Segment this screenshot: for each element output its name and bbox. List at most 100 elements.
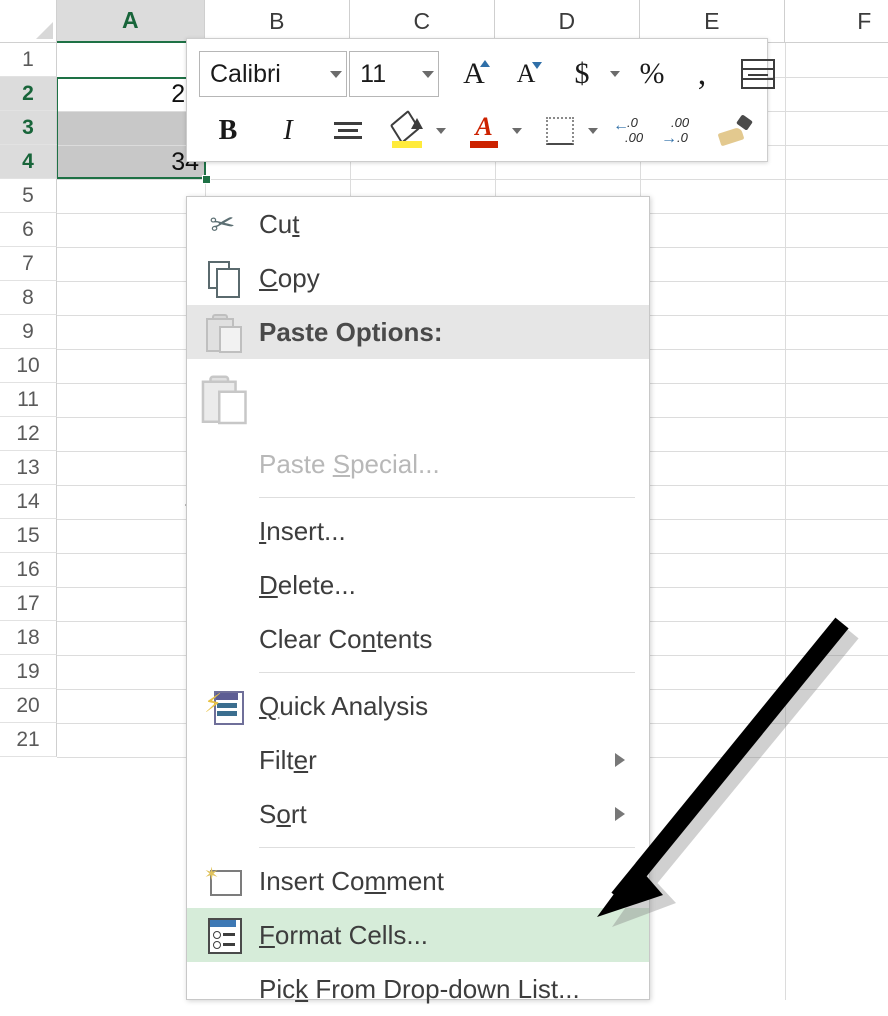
font-color-dropdown[interactable] [507,108,525,154]
column-header-f[interactable]: F [785,0,888,43]
column-header-label: C [413,7,431,34]
row-header-label: 3 [22,115,34,139]
chevron-down-icon [609,71,620,77]
menu-item-delete[interactable]: Delete... [187,558,649,612]
increase-decimal-button[interactable]: .00 → .0 [661,108,705,154]
row-header-label: 18 [16,625,40,649]
column-header-label: B [269,7,285,34]
cell-A11[interactable]: 3 [57,383,205,417]
merge-cells-icon [741,59,775,89]
fill-color-dropdown[interactable] [431,108,449,154]
percent-icon: % [639,57,665,90]
row-header-label: 15 [16,523,40,547]
row-header-label: 9 [22,319,34,343]
row-header-18[interactable]: 18 [0,621,57,655]
menu-item-label: Format Cells... [259,919,429,950]
context-menu[interactable]: ✂ Cut Copy Paste Options: Paste Special... In… [186,196,650,1004]
row-header-6[interactable]: 6 [0,213,57,247]
column-header-d[interactable]: D [495,0,640,43]
row-header-label: 21 [16,727,40,751]
column-header-a[interactable]: A [57,0,205,43]
menu-item-copy[interactable]: Copy [187,251,649,305]
bold-button[interactable]: B [207,108,249,154]
row-header-20[interactable]: 20 [0,689,57,723]
row-header-15[interactable]: 15 [0,519,57,553]
menu-item-pick-list[interactable]: Pick From Drop-down List... [187,962,649,1016]
align-center-icon [334,120,362,142]
grow-font-button[interactable]: A [453,51,495,97]
row-header-label: 14 [16,489,40,513]
column-header-b[interactable]: B [205,0,350,43]
menu-item-clear-contents[interactable]: Clear Contents [187,612,649,666]
font-name-value: Calibri [210,59,281,88]
row-header-2[interactable]: 2 [0,77,57,111]
menu-item-insert[interactable]: Insert... [187,504,649,558]
borders-button[interactable] [539,108,581,154]
cell-A9[interactable]: 3 [57,315,205,349]
merge-and-center-button[interactable] [737,51,779,97]
chevron-down-icon[interactable] [422,70,434,78]
row-header-11[interactable]: 11 [0,383,57,417]
accounting-format-dropdown[interactable] [605,51,623,97]
row-header-14[interactable]: 14 [0,485,57,519]
submenu-arrow-icon[interactable] [615,753,625,767]
row-header-7[interactable]: 7 [0,247,57,281]
select-all-corner[interactable] [0,0,57,43]
menu-item-format-cells[interactable]: Format Cells... [187,908,649,962]
menu-item-icon-slot [187,504,259,558]
submenu-arrow-icon[interactable] [615,807,625,821]
menu-item-quick-analysis[interactable]: ⚡ Quick Analysis [187,679,649,733]
fill-handle[interactable] [202,175,211,184]
fill-color-icon [389,109,425,148]
column-header-c[interactable]: C [350,0,495,43]
row-header-5[interactable]: 5 [0,179,57,213]
italic-button[interactable]: I [267,108,309,154]
format-painter-button[interactable] [715,108,757,154]
font-color-button[interactable]: A [463,108,505,154]
row-header-12[interactable]: 12 [0,417,57,451]
menu-item-sort[interactable]: Sort [187,787,649,841]
menu-item-paste-options[interactable]: Paste Options: [187,305,649,359]
row-header-21[interactable]: 21 [0,723,57,757]
menu-item-cut[interactable]: ✂ Cut [187,197,649,251]
paste-icon [201,375,247,425]
menu-item-label: Cut [259,208,300,239]
font-color-icon: A [469,112,499,148]
cell-A12[interactable]: 3 [57,417,205,451]
accounting-format-button[interactable]: $ [561,51,603,97]
column-header-e[interactable]: E [640,0,785,43]
row-header-label: 12 [16,421,40,445]
row-header-10[interactable]: 10 [0,349,57,383]
menu-item-icon-slot [187,612,259,666]
row-header-13[interactable]: 13 [0,451,57,485]
font-name-combo[interactable]: Calibri [199,51,348,97]
shrink-font-button[interactable]: A [505,51,547,97]
row-header-1[interactable]: 1 [0,43,57,77]
menu-item-insert-comment[interactable]: ✶ Insert Comment [187,854,649,908]
row-header-3[interactable]: 3 [0,111,57,145]
caret-up-icon [480,60,490,67]
row-header-19[interactable]: 19 [0,655,57,689]
row-header-label: 2 [22,81,34,105]
comma-style-button[interactable]: , [681,51,723,97]
row-header-17[interactable]: 17 [0,587,57,621]
percent-style-button[interactable]: % [631,51,673,97]
decrease-decimal-button[interactable]: ← .0.00 [613,108,657,154]
cell-A14[interactable]: 4 [57,485,205,519]
row-header-label: 7 [22,251,34,275]
cell-A8[interactable]: 3 [57,281,205,315]
chevron-down-icon[interactable] [330,70,343,78]
row-header-8[interactable]: 8 [0,281,57,315]
font-size-combo[interactable]: 11 [349,51,439,97]
row-header-9[interactable]: 9 [0,315,57,349]
menu-item-icon-slot [187,787,259,841]
mini-toolbar[interactable]: Calibri 11 A A $ % , B I A ← .0 .00 .00 … [186,38,775,162]
menu-item-filter[interactable]: Filter [187,733,649,787]
borders-dropdown[interactable] [583,108,601,154]
row-header-label: 19 [16,659,40,683]
row-header-4[interactable]: 4 [0,145,57,179]
menu-item-label: Insert... [259,515,346,546]
row-header-16[interactable]: 16 [0,553,57,587]
fill-color-button[interactable] [387,108,429,154]
center-align-button[interactable] [327,108,369,154]
